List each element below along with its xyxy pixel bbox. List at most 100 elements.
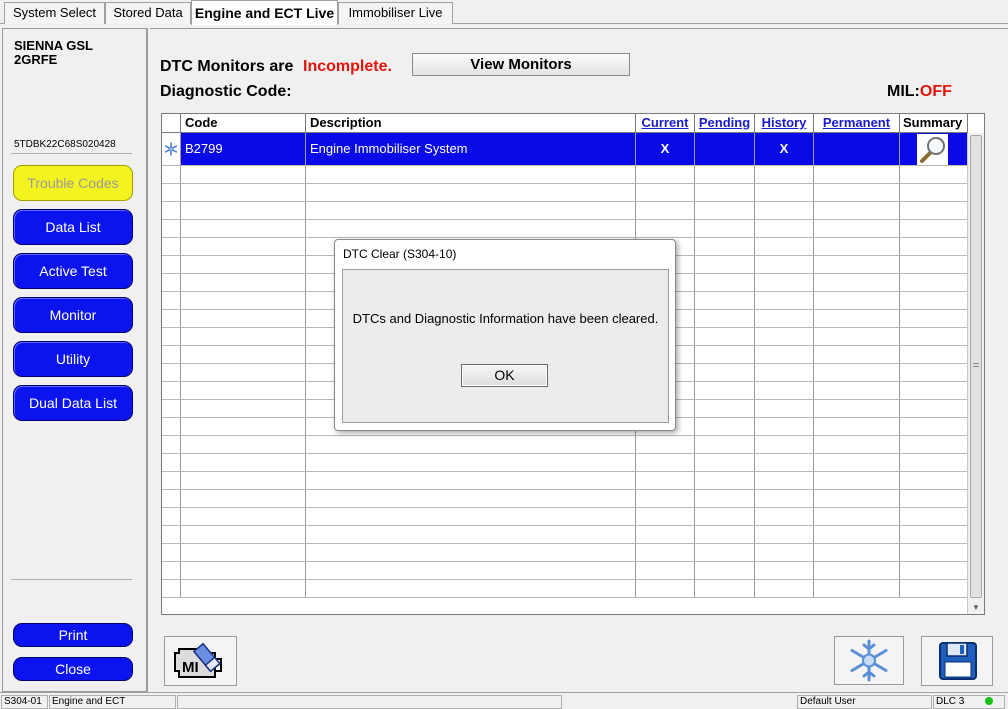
tab-engine-ect-live[interactable]: Engine and ECT Live: [191, 0, 338, 25]
magnifier-icon[interactable]: [917, 134, 948, 165]
table-cell-empty: [755, 508, 814, 525]
snowflake-icon: [850, 639, 888, 682]
table-cell-empty: [306, 202, 636, 219]
table-cell-empty: [814, 166, 900, 183]
table-cell-empty: [181, 256, 306, 273]
table-cell-empty: [306, 184, 636, 201]
table-cell-empty: [695, 544, 755, 561]
table-row-empty: [162, 526, 968, 544]
table-cell-empty: [162, 346, 181, 363]
table-cell-empty: [162, 184, 181, 201]
table-cell-empty: [900, 292, 968, 309]
table-cell-empty: [755, 256, 814, 273]
freeze-frame-button[interactable]: [834, 636, 904, 685]
table-cell-empty: [900, 328, 968, 345]
table-cell-empty: [900, 508, 968, 525]
status-section: Engine and ECT: [49, 695, 176, 709]
table-cell-empty: [695, 490, 755, 507]
table-cell-empty: [900, 418, 968, 435]
dtc-pending: [695, 133, 755, 165]
table-cell-empty: [306, 436, 636, 453]
table-cell-empty: [900, 544, 968, 561]
table-corner-header: [162, 114, 181, 133]
table-cell-empty: [695, 508, 755, 525]
table-cell-empty: [695, 274, 755, 291]
mil-eraser-button[interactable]: MI: [164, 636, 237, 686]
table-row-empty: [162, 166, 968, 184]
table-cell-empty: [181, 400, 306, 417]
table-scrollbar[interactable]: ▼: [967, 133, 984, 614]
column-header-pending[interactable]: Pending: [695, 114, 755, 133]
dialog-message: DTCs and Diagnostic Information have bee…: [352, 311, 659, 326]
table-cell-empty: [900, 400, 968, 417]
table-cell-empty: [755, 562, 814, 579]
mil-status: MIL:OFF: [887, 83, 952, 101]
table-cell-empty: [755, 490, 814, 507]
table-cell-empty: [755, 364, 814, 381]
view-monitors-button[interactable]: View Monitors: [412, 53, 630, 76]
table-cell-empty: [181, 202, 306, 219]
table-cell-empty: [181, 292, 306, 309]
table-cell-empty: [900, 382, 968, 399]
table-cell-empty: [755, 436, 814, 453]
freeze-frame-icon[interactable]: [162, 133, 181, 165]
scroll-down-arrow-icon[interactable]: ▼: [968, 603, 984, 612]
table-cell-empty: [695, 346, 755, 363]
column-header-current[interactable]: Current: [636, 114, 695, 133]
table-cell-empty: [162, 220, 181, 237]
column-header-code: Code: [181, 114, 306, 133]
table-cell-empty: [900, 472, 968, 489]
scrollbar-thumb[interactable]: [970, 135, 982, 598]
column-header-history[interactable]: History: [755, 114, 814, 133]
column-header-permanent[interactable]: Permanent: [814, 114, 900, 133]
table-cell-empty: [162, 508, 181, 525]
table-cell-empty: [162, 256, 181, 273]
table-cell-empty: [695, 166, 755, 183]
table-cell-empty: [695, 526, 755, 543]
table-cell-empty: [814, 310, 900, 327]
close-button[interactable]: Close: [13, 657, 133, 681]
table-row-empty: [162, 454, 968, 472]
table-cell-empty: [162, 400, 181, 417]
table-cell-empty: [755, 238, 814, 255]
table-row[interactable]: B2799 Engine Immobiliser System X X: [162, 133, 968, 166]
tab-immobiliser-live[interactable]: Immobiliser Live: [338, 2, 453, 24]
table-cell-empty: [755, 400, 814, 417]
nav-trouble-codes-button[interactable]: Trouble Codes: [13, 165, 133, 201]
table-cell-empty: [636, 436, 695, 453]
tab-bar: System Select Stored Data Engine and ECT…: [0, 0, 1008, 25]
nav-monitor-button[interactable]: Monitor: [13, 297, 133, 333]
table-cell-empty: [636, 544, 695, 561]
table-cell-empty: [181, 526, 306, 543]
table-cell-empty: [755, 166, 814, 183]
ok-button[interactable]: OK: [461, 364, 548, 387]
dtc-history: X: [755, 133, 814, 165]
tab-stored-data[interactable]: Stored Data: [105, 2, 191, 24]
sidebar-divider: [11, 579, 132, 580]
table-cell-empty: [900, 256, 968, 273]
table-cell-empty: [814, 508, 900, 525]
table-row-empty: [162, 436, 968, 454]
save-button[interactable]: [921, 636, 993, 686]
dtc-monitors-status: Incomplete.: [303, 58, 392, 75]
nav-data-list-button[interactable]: Data List: [13, 209, 133, 245]
table-row-empty: [162, 184, 968, 202]
table-cell-empty: [695, 580, 755, 597]
table-row-empty: [162, 508, 968, 526]
table-cell-empty: [181, 238, 306, 255]
nav-utility-button[interactable]: Utility: [13, 341, 133, 377]
table-cell-empty: [636, 184, 695, 201]
nav-dual-data-list-button[interactable]: Dual Data List: [13, 385, 133, 421]
table-cell-empty: [814, 202, 900, 219]
table-cell-empty: [306, 454, 636, 471]
table-cell-empty: [181, 364, 306, 381]
tab-system-select[interactable]: System Select: [4, 2, 105, 24]
sidebar-divider: [11, 153, 132, 154]
table-cell-empty: [162, 382, 181, 399]
nav-active-test-button[interactable]: Active Test: [13, 253, 133, 289]
table-cell-empty: [814, 472, 900, 489]
floppy-disk-icon: [939, 642, 977, 680]
print-button[interactable]: Print: [13, 623, 133, 647]
table-cell-empty: [636, 580, 695, 597]
table-cell-empty: [814, 544, 900, 561]
